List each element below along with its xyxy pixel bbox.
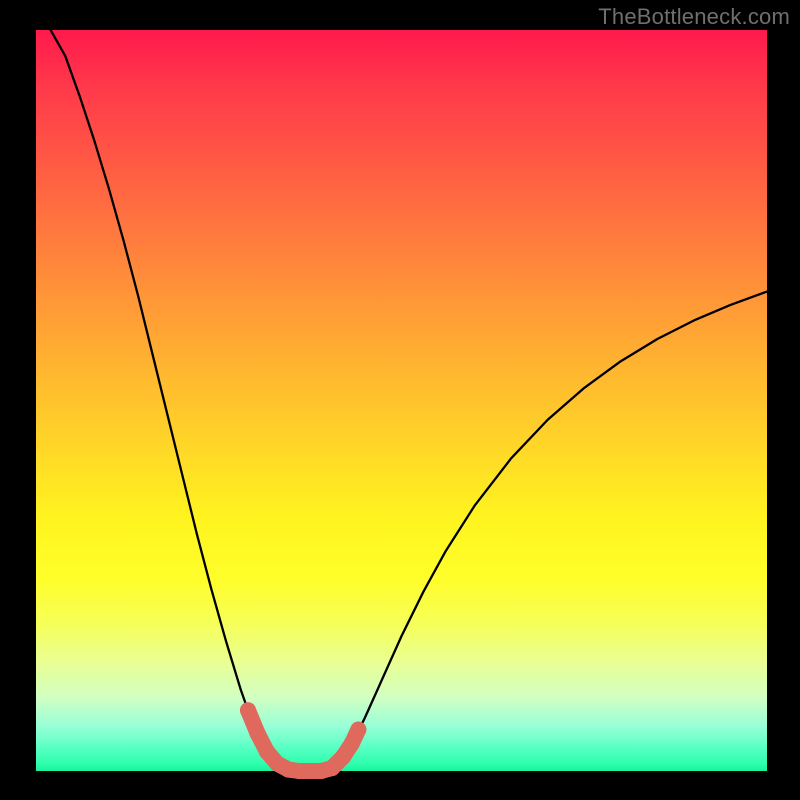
optimal-marker-dot [335, 749, 351, 765]
optimal-marker-dot [249, 725, 265, 741]
bottleneck-curve [51, 30, 767, 771]
chart-frame: TheBottleneck.com [0, 0, 800, 800]
optimal-marker-dot [344, 736, 360, 752]
optimal-marker-dot [240, 702, 256, 718]
optimal-markers [240, 702, 366, 779]
optimal-marker-dot [350, 722, 366, 738]
curve-layer [0, 0, 800, 800]
